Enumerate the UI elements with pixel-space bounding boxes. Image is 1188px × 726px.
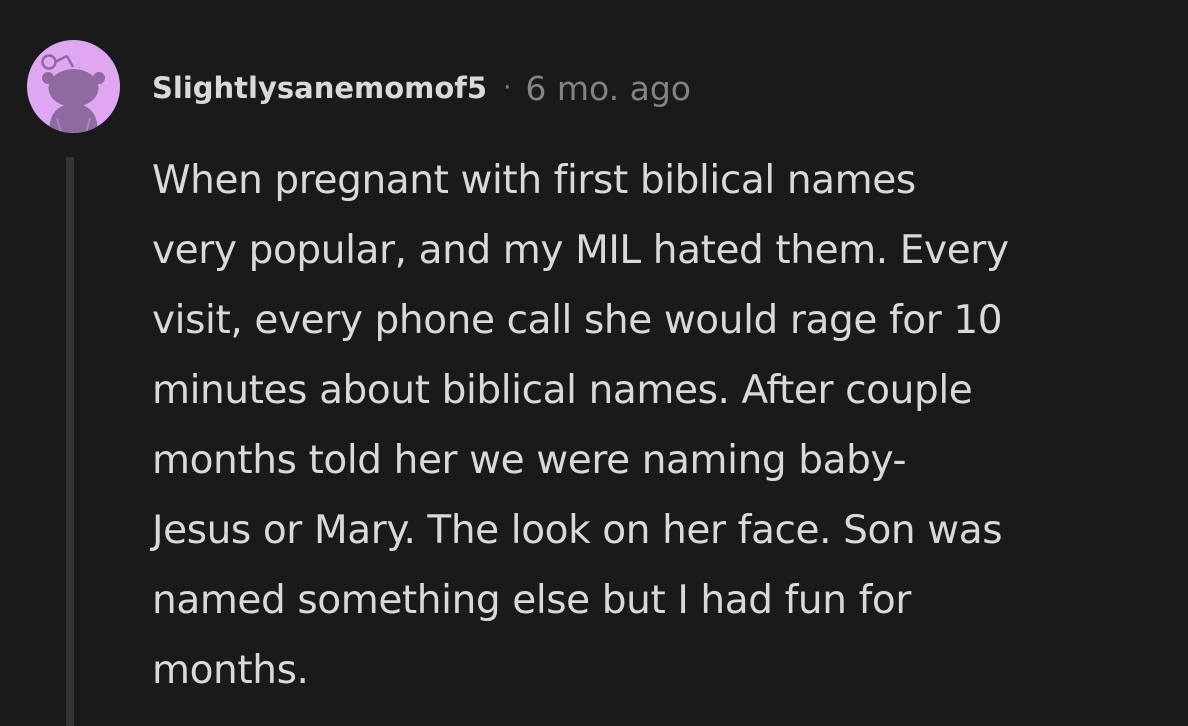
comment-timestamp[interactable]: 6 mo. ago	[525, 69, 691, 108]
comment-text-line: When pregnant with first biblical names	[152, 158, 916, 203]
comment-text-line: visit, every phone call she would rage f…	[152, 298, 1003, 343]
comment-meta: Slightlysanemomof5 · 6 mo. ago	[152, 64, 691, 112]
comment-body: When pregnant with first biblical names …	[152, 146, 1162, 706]
comment-text-line: months told her we were naming baby-	[152, 438, 907, 483]
reddit-snoo-avatar-icon	[41, 54, 105, 133]
username-link[interactable]: Slightlysanemomof5	[152, 71, 487, 105]
comment-text-line: minutes about biblical names. After coup…	[152, 368, 973, 413]
comment-text-line: very popular, and my MIL hated them. Eve…	[152, 228, 1009, 273]
user-avatar[interactable]	[27, 40, 120, 133]
comment-text-line: named something else but I had fun for	[152, 578, 911, 623]
meta-separator: ·	[503, 73, 512, 103]
thread-collapse-line[interactable]	[66, 157, 74, 726]
comment-text-line: months.	[152, 648, 309, 693]
comment-text-line: Jesus or Mary. The look on her face. Son…	[152, 508, 1003, 553]
